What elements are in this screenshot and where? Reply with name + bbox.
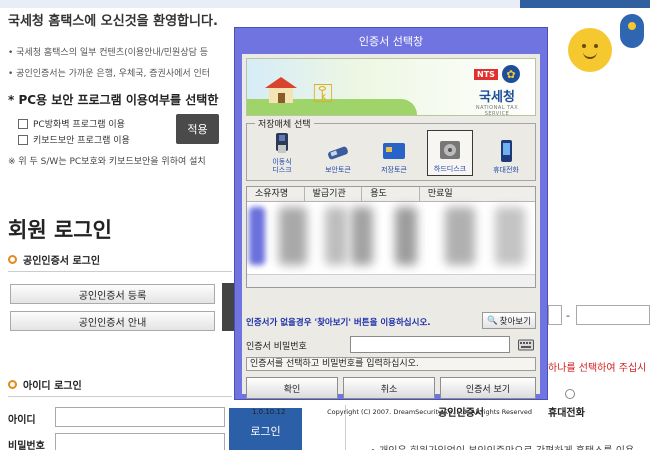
member-login-heading: 회원 로그인 <box>8 218 112 242</box>
storage-media-legend: 저장매체 선택 <box>255 117 314 130</box>
cert-password-row: 인증서 비밀번호 <box>246 336 536 354</box>
blurred-certificate-rows <box>247 203 535 273</box>
dialog-title: 인증서 선택창 <box>358 35 424 48</box>
keyboard-security-checkbox[interactable] <box>18 134 28 145</box>
phone-input-2[interactable] <box>576 305 650 325</box>
dialog-body: ⚿ NTS ✿ 국세청 NATIONAL TAX SERVICE 저장매체 선택… <box>242 54 540 416</box>
version-text: 1.0.10.12 <box>252 408 286 416</box>
smart-card-icon <box>383 143 405 159</box>
bullet-text: • 국세청 홈택스의 일부 컨텐츠(이용안내/민원상담 등 <box>8 48 209 58</box>
storage-media-group: 저장매체 선택 이동식 디스크 보안토큰 저장토큰 하드디스크 휴대전화 <box>246 117 536 181</box>
cert-register-button[interactable]: 공인인증서 등록 <box>10 284 215 304</box>
ok-button[interactable]: 확인 <box>246 377 338 399</box>
bottom-note: • 개인은 회원가입없이 본인인증만으로 간편하게 홈택스를 이용 <box>370 442 634 450</box>
media-storage-token[interactable]: 저장토큰 <box>371 130 417 176</box>
location-pin-icon <box>620 14 644 48</box>
password-input[interactable] <box>55 433 225 450</box>
copyright-text: Copyright (C) 2007. DreamSecurity Co. Lt… <box>327 408 532 416</box>
dash-separator: - <box>566 309 570 322</box>
divider <box>8 396 232 397</box>
cancel-button[interactable]: 취소 <box>343 377 435 399</box>
top-header-strip <box>0 0 650 8</box>
status-message: 인증서를 선택하고 비밀번호를 입력하십시오. <box>246 357 536 371</box>
security-program-title: * PC용 보안 프로그램 이용여부를 선택한 <box>8 93 219 107</box>
dialog-banner: ⚿ NTS ✿ 국세청 NATIONAL TAX SERVICE <box>246 58 536 116</box>
option-phone-label: 휴대전화 <box>548 408 585 419</box>
id-input[interactable] <box>55 407 225 427</box>
security-note: ※ 위 두 S/W는 PC보호와 키보드보안을 위하여 설치 <box>8 157 206 167</box>
divider <box>8 271 232 272</box>
orange-bullet-icon <box>8 380 17 389</box>
phone-option-radio[interactable] <box>565 389 575 399</box>
media-label: 하드디스크 <box>433 165 467 173</box>
no-cert-notice: 인증서가 없을경우 '찾아보기' 버튼을 이용하십시오. <box>246 318 431 328</box>
media-label: 이동식 디스크 <box>272 158 292 174</box>
firewall-checkbox[interactable] <box>18 118 28 129</box>
notice-row: 인증서가 없을경우 '찾아보기' 버튼을 이용하십시오. 🔍 찾아보기 <box>246 312 536 330</box>
media-hard-disk[interactable]: 하드디스크 <box>427 130 473 176</box>
orange-bullet-icon <box>8 255 17 264</box>
media-security-token[interactable]: 보안토큰 <box>315 130 361 176</box>
column-expiry[interactable]: 만료일 <box>420 187 535 201</box>
find-button[interactable]: 🔍 찾아보기 <box>482 312 536 329</box>
certificate-list-header: 소유자명 발급기관 용도 만료일 <box>247 187 535 202</box>
cert-login-title: 공인인증서 로그인 <box>8 252 100 267</box>
security-token-icon <box>328 146 348 160</box>
phone-input-1[interactable] <box>548 305 562 325</box>
usb-drive-icon <box>276 133 288 153</box>
firewall-checkbox-row[interactable]: PC방화벽 프로그램 이용 <box>18 117 125 130</box>
column-issuer[interactable]: 발급기관 <box>305 187 363 201</box>
smiley-mascot-icon <box>568 28 612 72</box>
nts-logo: NTS ✿ 국세청 NATIONAL TAX SERVICE <box>467 65 527 115</box>
key-icon: ⚿ <box>313 79 333 109</box>
media-label: 보안토큰 <box>325 166 351 174</box>
welcome-text: 국세청 홈택스에 오신것을 환영합니다. <box>8 14 218 29</box>
selection-warning: 하나를 선택하여 주십시 <box>548 363 647 374</box>
bullet-text: • 공인인증서는 가까운 은행, 우체국, 증권사에서 인터 <box>8 69 211 79</box>
mobile-phone-icon <box>501 140 512 162</box>
house-icon <box>265 77 297 103</box>
cert-password-input[interactable] <box>350 336 510 353</box>
keyboard-icon[interactable] <box>518 338 534 351</box>
media-removable-disk[interactable]: 이동식 디스크 <box>259 130 305 176</box>
certificate-list[interactable]: 소유자명 발급기관 용도 만료일 <box>246 186 536 288</box>
media-label: 휴대전화 <box>493 166 519 174</box>
nts-emblem-icon: ✿ <box>501 65 520 83</box>
view-cert-button[interactable]: 인증서 보기 <box>440 377 536 399</box>
column-usage[interactable]: 용도 <box>362 187 420 201</box>
login-button-partial[interactable] <box>222 283 234 331</box>
cert-password-label: 인증서 비밀번호 <box>246 342 307 352</box>
keyboard-security-checkbox-row[interactable]: 키보드보안 프로그램 이용 <box>18 133 130 146</box>
id-label: 아이디 <box>8 415 36 426</box>
apply-button[interactable]: 적용 <box>176 114 219 144</box>
password-label: 비밀번호 <box>8 441 45 450</box>
media-mobile-phone[interactable]: 휴대전화 <box>483 130 529 176</box>
id-login-title: 아이디 로그인 <box>8 377 82 392</box>
search-icon: 🔍 <box>487 315 498 326</box>
hard-disk-icon <box>440 141 460 159</box>
cert-guide-button[interactable]: 공인인증서 안내 <box>10 311 215 331</box>
certificate-select-dialog: 인증서 선택창 ⚿ NTS ✿ 국세청 NATIONAL TAX SERVICE… <box>234 27 548 416</box>
horizontal-scrollbar[interactable] <box>247 274 535 287</box>
media-label: 저장토큰 <box>381 166 407 174</box>
column-owner[interactable]: 소유자명 <box>247 187 305 201</box>
